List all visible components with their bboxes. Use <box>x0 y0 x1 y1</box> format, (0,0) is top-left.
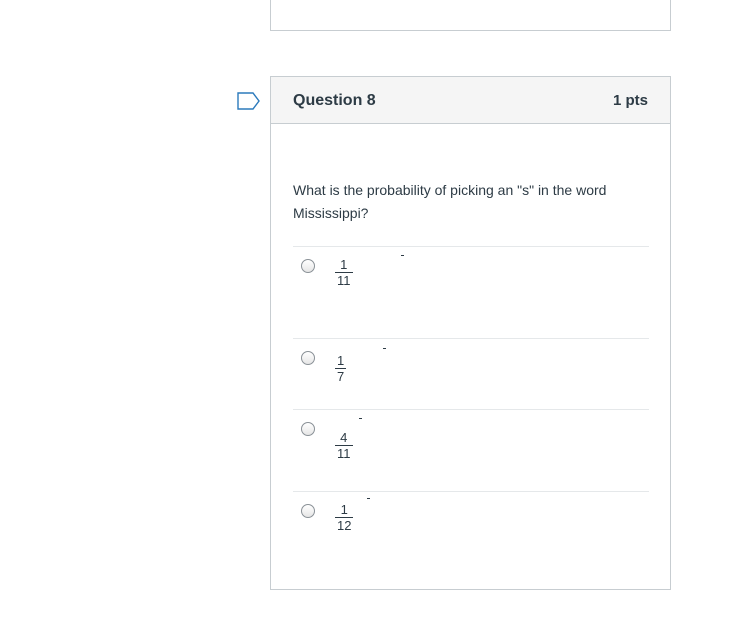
answer-option[interactable]: 1 7 <box>293 338 649 410</box>
fraction-numerator: 1 <box>340 257 348 272</box>
fraction-numerator: 4 <box>340 430 348 445</box>
fraction-denominator: 7 <box>335 368 347 384</box>
decorative-mark <box>401 255 404 256</box>
answer-radio[interactable] <box>301 351 315 365</box>
answer-fraction: 1 7 <box>335 353 347 384</box>
answer-fraction: 4 11 <box>335 430 353 461</box>
answer-option[interactable]: 1 12 <box>293 491 649 562</box>
fraction-denominator: 11 <box>335 445 353 461</box>
answer-radio[interactable] <box>301 259 315 273</box>
answer-option[interactable]: 4 11 <box>293 409 649 492</box>
fraction-denominator: 11 <box>335 272 353 288</box>
decorative-mark <box>367 498 370 499</box>
question-title: Question 8 <box>293 92 376 109</box>
answer-option[interactable]: 1 11 <box>293 246 649 339</box>
fraction-numerator: 1 <box>337 353 345 368</box>
fraction-denominator: 12 <box>335 517 354 533</box>
question-header: Question 8 1 pts <box>271 77 670 124</box>
flag-question-icon[interactable] <box>237 92 261 110</box>
answer-fraction: 1 11 <box>335 257 353 288</box>
quiz-page: Question 8 1 pts What is the probability… <box>0 0 748 628</box>
answer-fraction: 1 12 <box>335 502 354 533</box>
decorative-mark <box>383 348 386 349</box>
decorative-mark <box>359 418 362 419</box>
question-text: What is the probability of picking an "s… <box>293 182 607 221</box>
previous-question-card <box>270 0 671 31</box>
answer-radio[interactable] <box>301 422 315 436</box>
answer-radio[interactable] <box>301 504 315 518</box>
fraction-numerator: 1 <box>340 502 348 517</box>
question-card: Question 8 1 pts What is the probability… <box>270 76 671 590</box>
question-points: 1 pts <box>612 92 648 109</box>
